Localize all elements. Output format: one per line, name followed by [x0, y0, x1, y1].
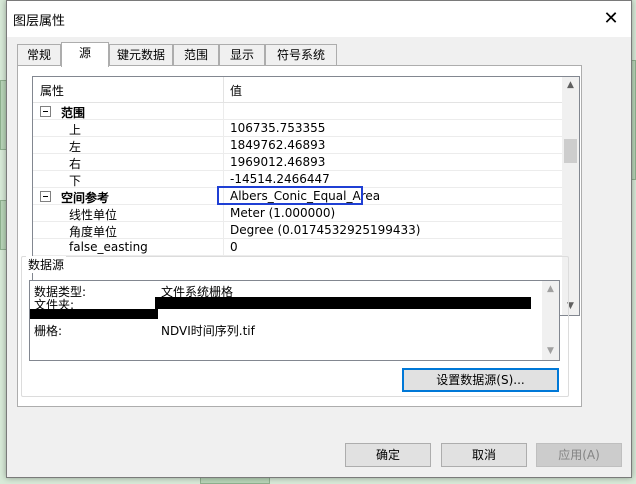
tab-source[interactable]: 源	[61, 42, 109, 67]
row-name: false_easting	[69, 240, 148, 254]
set-data-source-button[interactable]: 设置数据源(S)...	[402, 368, 559, 392]
grid-row-left[interactable]: 左 1849762.46893	[33, 137, 563, 154]
header-value: 值	[230, 84, 243, 98]
row-divider	[223, 205, 224, 222]
title-bar: 图层属性 ✕	[7, 1, 631, 37]
data-source-group: 数据源 数据类型: 文件系统栅格 文件夹: 栅格: NDVI时间序列.tif ▲	[21, 256, 569, 397]
redacted-path	[155, 297, 531, 309]
data-source-legend: 数据源	[26, 256, 67, 273]
row-name: 线性单位	[69, 208, 118, 222]
row-name: 左	[69, 140, 82, 154]
scroll-up-icon[interactable]: ▲	[562, 77, 579, 94]
grid-row-false-easting[interactable]: false_easting 0	[33, 239, 563, 256]
close-icon[interactable]: ✕	[591, 1, 631, 37]
raster-value: NDVI时间序列.tif	[161, 324, 255, 338]
grid-row-top[interactable]: 上 106735.753355	[33, 120, 563, 137]
row-divider	[223, 239, 224, 256]
grid-row-angular-unit[interactable]: 角度单位 Degree (0.0174532925199433)	[33, 222, 563, 239]
scroll-up-icon[interactable]: ▲	[542, 281, 559, 298]
row-value: 106735.753355	[230, 121, 326, 135]
grid-row-right[interactable]: 右 1969012.46893	[33, 154, 563, 171]
grid-header: 属性 值	[33, 77, 563, 103]
data-source-scrollbar[interactable]: ▲ ▼	[542, 281, 559, 360]
source-tab-panel: 属性 值 范围 上 106735.753355 左 1849762.46893	[17, 65, 582, 407]
row-name: 角度单位	[69, 225, 118, 239]
grid-row-extent[interactable]: 范围	[33, 103, 563, 120]
dialog-title: 图层属性	[13, 14, 66, 29]
row-value: Degree (0.0174532925199433)	[230, 223, 421, 237]
scroll-thumb[interactable]	[564, 139, 577, 163]
row-value: 1969012.46893	[230, 155, 326, 169]
grid-row-spatial-reference[interactable]: 空间参考 Albers_Conic_Equal_Area	[33, 186, 563, 205]
row-value: 0	[230, 240, 238, 254]
ok-button[interactable]: 确定	[345, 443, 431, 467]
row-divider	[223, 103, 224, 120]
row-name: 上	[69, 123, 82, 137]
row-name: 下	[69, 174, 82, 188]
cancel-button[interactable]: 取消	[441, 443, 527, 467]
row-divider	[223, 120, 224, 137]
tab-general[interactable]: 常规	[17, 44, 61, 66]
row-value: -14514.2466447	[230, 172, 330, 186]
row-divider	[223, 154, 224, 171]
tab-key-metadata[interactable]: 键元数据	[109, 44, 173, 66]
highlight-box	[217, 186, 363, 205]
grid-row-linear-unit[interactable]: 线性单位 Meter (1.000000)	[33, 205, 563, 222]
row-divider	[223, 137, 224, 154]
data-source-box[interactable]: 数据类型: 文件系统栅格 文件夹: 栅格: NDVI时间序列.tif ▲ ▼	[29, 280, 560, 361]
tab-symbology[interactable]: 符号系统	[265, 44, 337, 66]
tab-display[interactable]: 显示	[219, 44, 265, 66]
apply-button[interactable]: 应用(A)	[536, 443, 622, 467]
scroll-down-icon[interactable]: ▼	[542, 343, 559, 360]
layer-properties-dialog: 图层属性 ✕ 常规 源 键元数据 范围 显示 符号系统 属性 值 范围 上 10…	[6, 0, 632, 478]
row-value: Meter (1.000000)	[230, 206, 336, 220]
collapse-icon[interactable]	[40, 106, 51, 117]
redacted-path	[30, 309, 158, 319]
row-value: 1849762.46893	[230, 138, 326, 152]
row-name: 范围	[61, 106, 86, 120]
header-property: 属性	[40, 84, 65, 98]
raster-label: 栅格:	[34, 324, 63, 338]
row-name: 右	[69, 157, 82, 171]
tab-extent[interactable]: 范围	[173, 44, 219, 66]
column-divider[interactable]	[223, 77, 224, 103]
row-name: 空间参考	[61, 191, 110, 205]
row-divider	[223, 222, 224, 239]
collapse-icon[interactable]	[40, 191, 51, 202]
